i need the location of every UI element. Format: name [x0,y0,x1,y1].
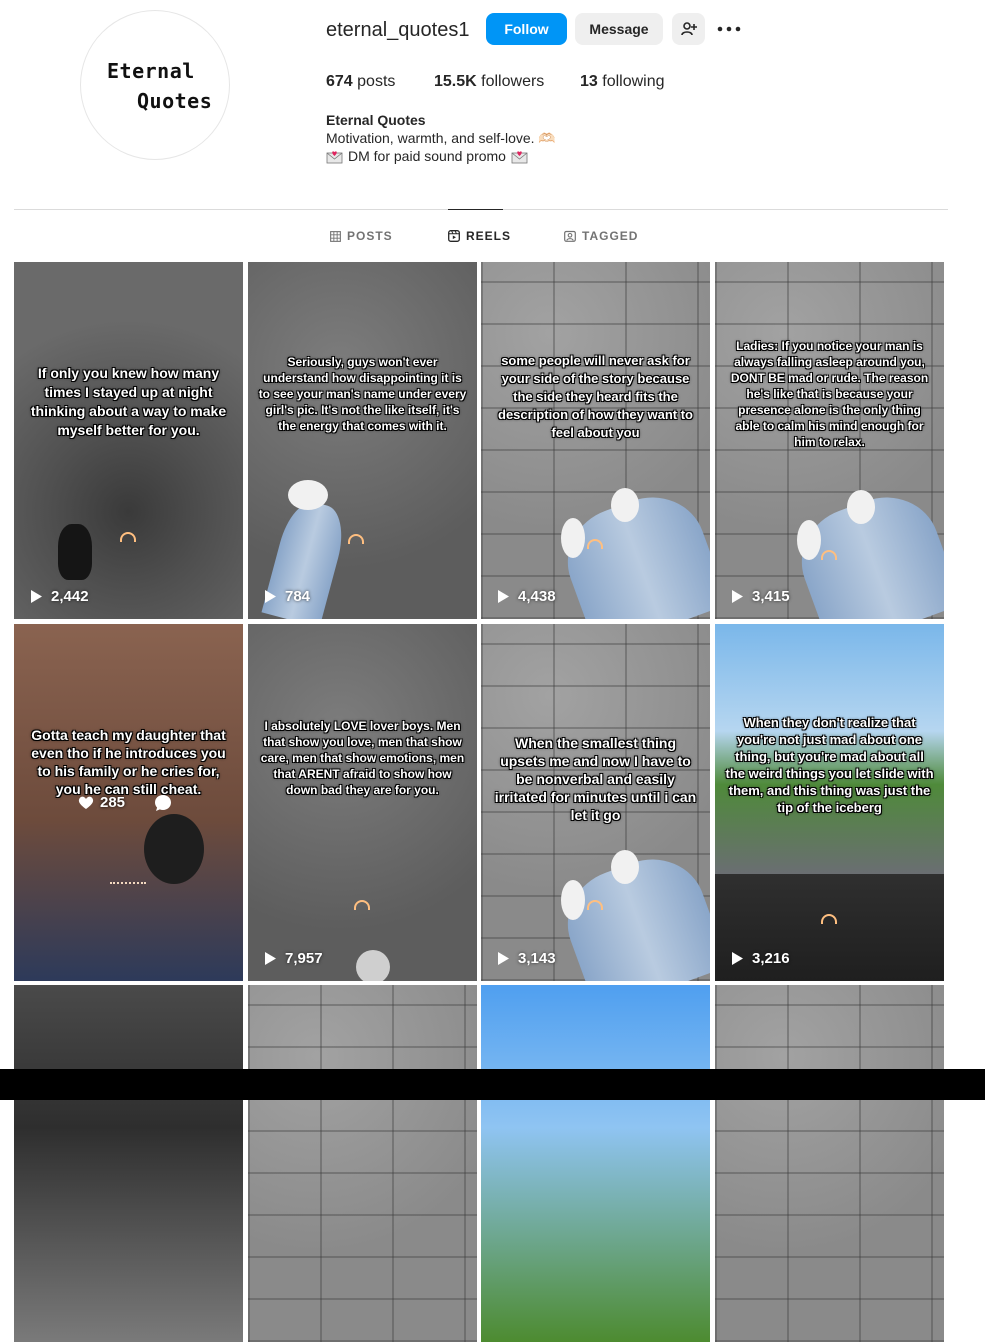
heart-hands-emoji [821,914,837,924]
following-label: following [602,73,665,90]
screen-bottom-bar [0,1069,985,1100]
reel-caption: When the smallest thing upsets me and no… [494,735,697,823]
reel-view-count: 4,438 [518,588,556,605]
profile-avatar[interactable]: Eternal Quotes [80,10,230,160]
tab-tagged-label: TAGGED [582,229,639,243]
following-stat[interactable]: 13 following [580,73,665,91]
reel-views: 4,438 [497,588,556,605]
reel-tile[interactable]: When they don't realize that you're not … [715,624,944,981]
reel-views: 3,216 [731,950,790,967]
more-dots-icon [717,26,741,32]
envelope-heart-icon [326,150,343,163]
reel-caption: If only you knew how many times I stayed… [30,365,227,438]
heart-hands-emoji [348,534,364,544]
sneaker-shape [611,850,639,884]
tab-tagged[interactable]: TAGGED [564,229,638,243]
reel-views: 7,957 [264,950,323,967]
heart-hands-emoji [587,539,603,549]
reel-tile[interactable]: some people will never ask for your side… [481,262,710,619]
posts-count: 674 [326,73,353,90]
reel-tile[interactable]: Ladies: If you notice your man is always… [715,262,944,619]
followers-stat[interactable]: 15.5K followers [434,73,544,91]
sneaker-shape [356,950,390,981]
grid-icon [330,230,341,242]
reel-caption: I absolutely LOVE lover boys. Men that s… [260,719,465,797]
play-icon [498,590,509,603]
reel-likes: 285 [78,794,125,811]
reel-view-count: 3,415 [752,588,790,605]
reel-view-count: 2,442 [51,588,89,605]
heart-hands-emoji [120,532,136,542]
followers-label: followers [481,73,545,90]
heart-hands-emoji [821,550,837,560]
reel-tile[interactable] [14,985,243,1342]
reel-view-count: 784 [285,588,311,605]
tab-reels[interactable]: REELS [448,229,511,243]
reel-view-count: 3,216 [752,950,790,967]
reel-caption: Seriously, guys won't ever understand ho… [258,355,467,433]
play-icon [498,952,509,965]
follow-button[interactable]: Follow [486,13,567,45]
message-button[interactable]: Message [575,13,663,45]
comment-icon [155,795,171,811]
play-icon [732,952,743,965]
reel-tile[interactable]: Seriously, guys won't ever understand ho… [248,262,477,619]
reel-views: 3,143 [497,950,556,967]
heart-hands-emoji [354,900,370,910]
reel-tile[interactable]: When the smallest thing upsets me and no… [481,624,710,981]
heart-icon [78,796,94,809]
play-icon [265,952,276,965]
profile-username: eternal_quotes1 [326,19,470,41]
reel-tile[interactable] [248,985,477,1342]
head-shadow-shape [144,814,204,884]
avatar-text-line2: Quotes [137,89,213,113]
play-icon [31,590,42,603]
reels-icon [448,230,460,242]
reel-tile[interactable]: If only you knew how many times I stayed… [14,262,243,619]
reel-views: 3,415 [731,588,790,605]
sneaker-shape [561,880,585,920]
more-options-button[interactable] [716,16,742,42]
heart-hands-emoji [587,900,603,910]
following-count: 13 [580,73,598,90]
sneaker-shape [611,488,639,522]
avatar-text-line1: Eternal [107,59,195,83]
reel-view-count: 7,957 [285,950,323,967]
bio-line-2-row: DM for paid sound promo [326,148,528,164]
bio-line-1: Motivation, warmth, and self-love. 🫶🏻 [326,130,556,146]
envelope-heart-icon [511,150,528,163]
play-icon [265,590,276,603]
reel-caption: When they don't realize that you're not … [725,715,934,815]
add-person-icon [680,22,697,36]
reel-like-count: 285 [100,794,126,811]
tab-posts[interactable]: POSTS [330,229,393,243]
posts-label: posts [357,73,396,90]
sneaker-shape [561,518,585,558]
reel-tile[interactable]: Gotta teach my daughter that even tho if… [14,624,243,981]
tagged-icon [564,230,576,242]
active-tab-indicator [448,209,503,210]
suggest-people-button[interactable] [672,13,705,45]
play-icon [732,590,743,603]
boot-shape [58,524,92,580]
followers-count: 15.5K [434,73,477,90]
reel-view-count: 3,143 [518,950,556,967]
reel-tile[interactable] [715,985,944,1342]
reel-caption: some people will never ask for your side… [498,353,693,440]
tab-reels-label: REELS [466,229,512,243]
sneaker-shape [288,480,328,510]
sneaker-shape [797,520,821,560]
reel-tile[interactable]: I absolutely LOVE lover boys. Men that s… [248,624,477,981]
hands-emoji [110,882,146,894]
bio-name: Eternal Quotes [326,112,426,128]
reel-views: 2,442 [30,588,89,605]
bio-line-2: DM for paid sound promo [348,148,506,164]
reel-tile[interactable] [481,985,710,1342]
reel-caption: Ladies: If you notice your man is always… [730,339,929,449]
reel-caption: Gotta teach my daughter that even tho if… [31,727,226,797]
tab-posts-label: POSTS [347,229,393,243]
sneaker-shape [847,490,875,524]
reel-views: 784 [264,588,310,605]
posts-stat: 674 posts [326,73,395,91]
